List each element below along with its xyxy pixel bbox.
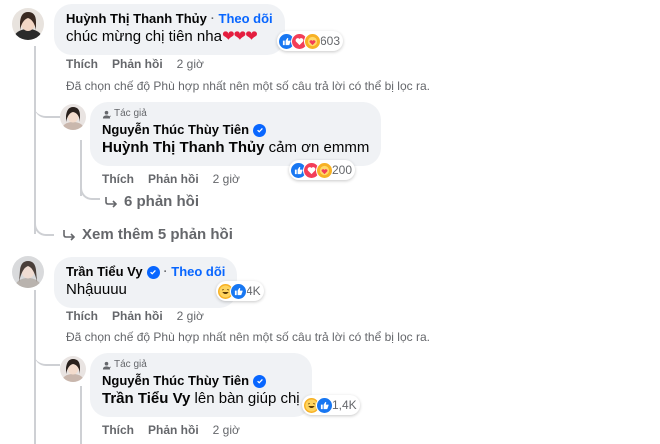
reaction-count: 4K: [246, 284, 261, 298]
reply-body: cảm ơn emmm: [264, 139, 370, 156]
thread-curve-more-1: [80, 182, 100, 200]
follow-button[interactable]: Theo dõi: [171, 264, 225, 280]
avatar[interactable]: [12, 256, 44, 288]
reaction-count: 1,4K: [332, 398, 357, 412]
thread-curve-seemore: [34, 218, 54, 236]
mention-link[interactable]: Trần Tiểu Vy: [102, 390, 190, 407]
reply-actions: Thích Phản hồi 2 giờ: [102, 171, 240, 187]
comment-header: Huỳnh Thị Thanh Thủy · Theo dõi: [66, 11, 273, 27]
verified-badge-icon: [253, 374, 267, 388]
reply-bubble: Tác giả Nguyễn Thúc Thùy Tiên Huỳnh Thị …: [90, 102, 382, 166]
reply-button[interactable]: Phản hồi: [148, 171, 199, 187]
reply-text: Trần Tiểu Vy lên bàn giúp chị: [102, 389, 300, 409]
reply-bubble: Tác giả Nguyễn Thúc Thùy Tiên Trần Tiểu …: [90, 353, 312, 417]
thread-curve-reply-2: [34, 344, 60, 366]
reaction-summary[interactable]: 200: [289, 160, 356, 180]
reply-actions: Thích Phản hồi 2 giờ: [102, 422, 240, 438]
see-more-label: Xem thêm 5 phản hồi: [82, 226, 233, 243]
reply-arrow-icon: [105, 196, 118, 208]
avatar[interactable]: [60, 104, 86, 130]
author-tag: Tác giả: [102, 359, 300, 371]
comment-bubble: Trần Tiểu Vy · Theo dõi Nhậuuuu: [54, 257, 238, 308]
thread-line-2: [34, 290, 36, 444]
reply-button[interactable]: Phản hồi: [112, 308, 163, 324]
reply-button[interactable]: Phản hồi: [148, 422, 199, 438]
comment-body: chúc mừng chị tiên nha: [66, 28, 222, 45]
avatar[interactable]: [60, 356, 86, 382]
timestamp[interactable]: 2 giờ: [213, 171, 240, 187]
author-name[interactable]: Huỳnh Thị Thanh Thủy: [66, 11, 207, 27]
filter-notice: Đã chọn chế độ Phù hợp nhất nên một số c…: [66, 330, 430, 344]
author-tag: Tác giả: [102, 108, 369, 120]
like-button[interactable]: Thích: [66, 308, 98, 324]
comment-actions: Thích Phản hồi 2 giờ: [66, 56, 204, 72]
separator-dot: ·: [210, 13, 215, 25]
reaction-summary[interactable]: 603: [277, 31, 344, 51]
reply-header: Nguyễn Thúc Thùy Tiên: [102, 373, 300, 389]
like-button[interactable]: Thích: [66, 56, 98, 72]
care-icon: [304, 32, 321, 50]
comment-bubble: Huỳnh Thị Thanh Thủy · Theo dõi chúc mừn…: [54, 4, 285, 55]
author-tag-label: Tác giả: [114, 359, 147, 370]
see-more-replies-button[interactable]: Xem thêm 5 phản hồi: [62, 226, 233, 243]
filter-notice: Đã chọn chế độ Phù hợp nhất nên một số c…: [66, 79, 430, 93]
author-tag-icon: [102, 361, 111, 370]
author-tag-label: Tác giả: [114, 108, 147, 119]
reaction-summary[interactable]: 4K: [216, 281, 264, 301]
reply-text: Huỳnh Thị Thanh Thủy cảm ơn emmm: [102, 138, 369, 158]
author-name[interactable]: Nguyễn Thúc Thùy Tiên: [102, 122, 249, 138]
view-replies-button[interactable]: 6 phản hồi: [104, 193, 199, 210]
comment-header: Trần Tiểu Vy · Theo dõi: [66, 264, 225, 280]
reaction-count: 603: [320, 34, 341, 48]
like-button[interactable]: Thích: [102, 422, 134, 438]
mention-link[interactable]: Huỳnh Thị Thanh Thủy: [102, 139, 264, 156]
reply-button[interactable]: Phản hồi: [112, 56, 163, 72]
reply-header: Nguyễn Thúc Thùy Tiên: [102, 122, 369, 138]
like-button[interactable]: Thích: [102, 171, 134, 187]
timestamp[interactable]: 2 giờ: [213, 422, 240, 438]
view-replies-label: 6 phản hồi: [124, 193, 199, 210]
avatar[interactable]: [12, 8, 44, 40]
comment-text: Nhậuuuu: [66, 281, 127, 298]
thread-line-reply-2: [80, 386, 82, 444]
reaction-summary[interactable]: 1,4K: [302, 395, 360, 415]
comment-text: chúc mừng chị tiên nha❤❤❤: [66, 27, 273, 47]
reply-arrow-icon: [63, 229, 76, 241]
reaction-count: 200: [332, 163, 353, 177]
like-icon: [230, 282, 247, 300]
verified-badge-icon: [253, 123, 267, 137]
thread-curve-reply-1: [34, 96, 60, 118]
verified-badge-icon: [146, 265, 160, 279]
author-name[interactable]: Trần Tiểu Vy: [66, 264, 143, 280]
author-name[interactable]: Nguyễn Thúc Thùy Tiên: [102, 373, 249, 389]
timestamp[interactable]: 2 giờ: [177, 56, 204, 72]
hearts-emoji: ❤❤❤: [221, 28, 258, 45]
thread-line-1: [34, 46, 36, 234]
reply-body: lên bàn giúp chị: [190, 390, 300, 407]
author-tag-icon: [102, 110, 111, 119]
care-icon: [316, 161, 333, 179]
timestamp[interactable]: 2 giờ: [177, 308, 204, 324]
separator-dot: ·: [163, 266, 168, 278]
like-icon: [316, 396, 333, 414]
follow-button[interactable]: Theo dõi: [219, 11, 273, 27]
comment-actions: Thích Phản hồi 2 giờ: [66, 308, 204, 324]
